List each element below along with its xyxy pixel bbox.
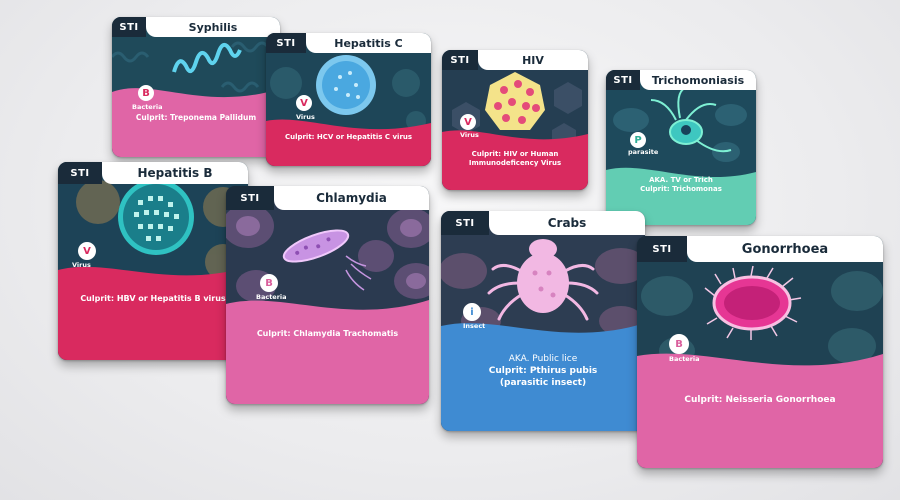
virus-badge-icon: V [460, 114, 476, 130]
aka-text: AKA. Public lice [508, 354, 578, 364]
sti-tag: STI [266, 33, 306, 53]
type-label: parasite [628, 148, 659, 156]
card-hepatitis-c[interactable]: STI Hepatitis C V Virus Culprit: HCV or … [266, 33, 431, 166]
virus-badge-icon: V [78, 242, 96, 260]
virus-badge-icon: V [296, 95, 312, 111]
card-title: HIV [478, 50, 588, 70]
syphilis-illustration [112, 17, 280, 157]
sti-tag: STI [226, 186, 274, 210]
culprit-text-line-2: Immunodeficency Virus [468, 159, 562, 168]
card-title: Trichomoniasis [640, 70, 756, 90]
sti-tag: STI [606, 70, 640, 90]
card-title: Gonorrhoea [687, 236, 883, 262]
culprit-text-line-1: Culprit: Pthirus pubis [488, 366, 598, 377]
card-title: Hepatitis C [306, 33, 431, 53]
sti-tag: STI [112, 17, 146, 37]
card-title: Chlamydia [274, 186, 429, 210]
parasite-badge-icon: P [630, 132, 646, 148]
type-label: Virus [460, 131, 479, 139]
culprit-text: Culprit: Chlamydia Trachomatis [256, 329, 399, 338]
card-hepatitis-b[interactable]: STI Hepatitis B V Virus Culprit: HBV or … [58, 162, 248, 360]
card-hiv[interactable]: STI HIV V Virus Culprit: HIV or Human Im… [442, 50, 588, 190]
type-label: Insect [463, 322, 486, 330]
type-label: Bacteria [132, 103, 163, 111]
insect-badge-icon: i [463, 303, 481, 321]
culprit-text-line-1: Culprit: HIV or Human [471, 150, 559, 158]
type-label: Bacteria [669, 355, 700, 363]
card-chlamydia[interactable]: STI Chlamydia B Bacteria Culprit: Chlamy… [226, 186, 429, 404]
card-title: Syphilis [146, 17, 280, 37]
card-gonorrhoea[interactable]: STI Gonorrhoea B Bacteria Culprit: Neiss… [637, 236, 883, 468]
bacteria-badge-icon: B [138, 85, 154, 101]
crabs-illustration [441, 211, 645, 431]
culprit-text: Culprit: Neisseria Gonorrhoea [684, 395, 836, 405]
card-syphilis[interactable]: STI Syphilis B Bacteria Culprit: Trepone… [112, 17, 280, 157]
culprit-text-line-2: (parasitic insect) [499, 378, 587, 389]
aka-text: AKA. TV or Trich [649, 176, 713, 184]
type-label: Bacteria [256, 293, 287, 301]
type-label: Virus [72, 261, 91, 269]
culprit-text: Culprit: Trichomonas [640, 185, 722, 194]
sti-tag: STI [637, 236, 687, 262]
sti-tag: STI [442, 50, 478, 70]
card-crabs[interactable]: STI Crabs i Insect AKA. Public lice Culp… [441, 211, 645, 431]
bacteria-badge-icon: B [669, 334, 689, 354]
culprit-text: Culprit: HBV or Hepatitis B virus [80, 294, 226, 303]
culprit-text: Culprit: HCV or Hepatitis C virus [284, 133, 413, 141]
card-title: Crabs [489, 211, 645, 235]
card-title: Hepatitis B [102, 162, 248, 184]
card-trichomoniasis[interactable]: STI Trichomoniasis P parasite AKA. TV or… [606, 70, 756, 225]
sti-tag: STI [58, 162, 102, 184]
culprit-text: Culprit: Treponema Pallidum [135, 113, 257, 122]
type-label: Virus [296, 113, 315, 121]
sti-tag: STI [441, 211, 489, 235]
bacteria-badge-icon: B [260, 274, 278, 292]
